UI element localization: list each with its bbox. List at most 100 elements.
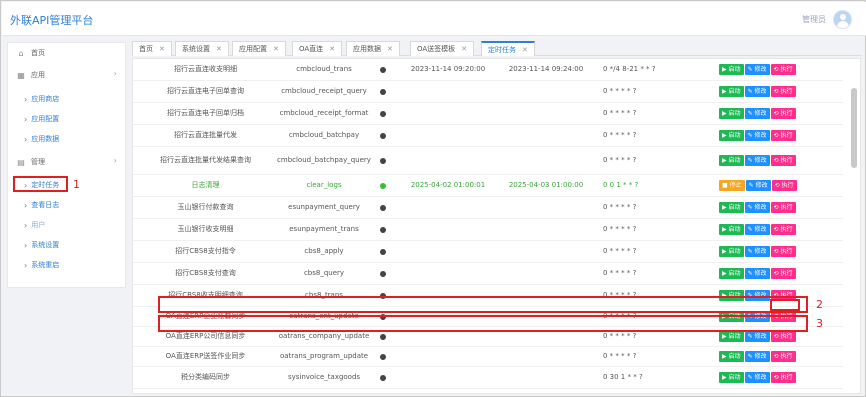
last-run-time <box>403 103 493 124</box>
tab-oa-sign-template[interactable]: OA送签模板 ✕ <box>410 41 475 56</box>
tab-system-settings[interactable]: 系统设置 ✕ <box>175 41 229 56</box>
scrollbar[interactable] <box>851 88 857 168</box>
cron-expression: 0 */4 8-21 * * ? <box>603 65 656 73</box>
cron-expression: 0 * * * * ? <box>603 225 637 233</box>
run-button[interactable]: ⟲ 执行 <box>770 108 796 119</box>
run-button[interactable]: ⟲ 执行 <box>770 331 796 342</box>
close-icon[interactable]: ✕ <box>461 45 467 53</box>
close-icon[interactable]: ✕ <box>387 45 393 53</box>
edit-button[interactable]: ✎ 修改 <box>744 268 770 279</box>
edit-button[interactable]: ✎ 修改 <box>744 130 770 141</box>
tab-scheduled-tasks[interactable]: 定时任务 ✕ <box>481 41 535 56</box>
status-dot-cell <box>373 197 393 218</box>
manage-icon: ▤ <box>17 157 25 167</box>
sidebar-item-home[interactable]: ⌂ 首页 <box>8 43 127 63</box>
close-icon[interactable]: ✕ <box>159 45 165 53</box>
start-button[interactable]: ▶ 启动 <box>719 246 744 257</box>
start-button[interactable]: ▶ 启动 <box>719 372 744 383</box>
task-name: 招行CBS8支付查询 <box>175 269 236 277</box>
cron-expression: 0 0 1 * * ? <box>603 181 639 189</box>
run-button[interactable]: ⟲ 执行 <box>770 268 796 279</box>
start-button[interactable]: ▶ 启动 <box>719 224 744 235</box>
start-button[interactable]: ▶ 启动 <box>719 331 744 342</box>
edit-button[interactable]: ✎ 修改 <box>744 331 770 342</box>
avatar[interactable] <box>833 10 852 29</box>
run-button[interactable]: ⟲ 执行 <box>770 155 796 166</box>
tab-app-config[interactable]: 应用配置 ✕ <box>232 41 286 56</box>
start-button[interactable]: ▶ 启动 <box>719 351 744 362</box>
pencil-icon: ✎ <box>747 110 753 117</box>
sidebar-item-system-settings[interactable]: › 系统设置 <box>8 236 127 254</box>
sidebar-item-manage[interactable]: ▤ 管理 › <box>8 152 127 172</box>
last-run-time <box>403 147 493 174</box>
table-row: 日志清理 clear_logs 2025-04-02 01:00:01 2025-04… <box>133 175 843 197</box>
sidebar-item-view-logs[interactable]: › 查看日志 <box>8 196 127 214</box>
chevron-right-icon: › <box>24 240 28 250</box>
start-button[interactable]: ▶ 启动 <box>719 268 744 279</box>
cron-expression: 0 * * * * ? <box>603 131 637 139</box>
close-icon[interactable]: ✕ <box>329 45 335 53</box>
edit-button[interactable]: ✎ 修改 <box>744 86 770 97</box>
close-icon[interactable]: ✕ <box>216 45 222 53</box>
tab-app-data[interactable]: 应用数据 ✕ <box>346 41 400 56</box>
run-button[interactable]: ⟲ 执行 <box>770 351 796 362</box>
table-row: 税分类编码同步 sysinvoice_taxgoods 0 30 1 * * ? ▶ … <box>133 367 843 389</box>
row-actions: ▶ 启动✎ 修改⟲ 执行 <box>719 389 809 393</box>
cron-expression: 0 * * * * ? <box>603 269 637 277</box>
run-button[interactable]: ⟲ 执行 <box>771 180 797 191</box>
table-row: OA直连ERP送签作业同步 oatrans_program_update 0 * *… <box>133 347 843 367</box>
run-button[interactable]: ⟲ 执行 <box>770 224 796 235</box>
run-button[interactable]: ⟲ 执行 <box>770 130 796 141</box>
edit-button[interactable]: ✎ 修改 <box>744 224 770 235</box>
edit-button[interactable]: ✎ 修改 <box>744 108 770 119</box>
last-run-time <box>403 219 493 240</box>
tab-oa-direct[interactable]: OA直连 ✕ <box>292 41 343 56</box>
sidebar-item-label: 应用 <box>31 71 45 79</box>
edit-button[interactable]: ✎ 修改 <box>744 372 770 383</box>
run-button[interactable]: ⟲ 执行 <box>770 64 796 75</box>
sidebar-item-apps[interactable]: ▦ 应用 › <box>8 65 127 85</box>
edit-button[interactable]: ✎ 修改 <box>744 64 770 75</box>
edit-button[interactable]: ✎ 修改 <box>744 155 770 166</box>
task-code: cmbcloud_batchpay <box>288 131 360 139</box>
sidebar-item-app-store[interactable]: › 应用商店 <box>8 90 127 108</box>
app-title: 外联API管理平台 <box>10 14 94 27</box>
start-button[interactable]: ▶ 启动 <box>719 130 744 141</box>
status-dot-icon <box>380 333 386 340</box>
user-name[interactable]: 管理员 <box>802 14 826 25</box>
start-button[interactable]: ▶ 启动 <box>719 108 744 119</box>
tab-home[interactable]: 首页 ✕ <box>132 41 172 56</box>
start-button[interactable]: ▶ 启动 <box>719 86 744 97</box>
stop-button[interactable]: ■ 停止 <box>719 180 745 191</box>
status-dot-cell <box>373 175 393 196</box>
edit-button[interactable]: ✎ 修改 <box>744 202 770 213</box>
last-run-time: 2025-04-02 01:00:01 <box>410 181 486 189</box>
run-button[interactable]: ⟲ 执行 <box>770 372 796 383</box>
run-button[interactable]: ⟲ 执行 <box>770 246 796 257</box>
close-icon[interactable]: ✕ <box>522 46 528 54</box>
run-icon: ⟲ <box>773 204 779 211</box>
table-row: 招行云直连批量代发 cmbcloud_batchpay 0 * * * * ? ▶ 启… <box>133 125 843 147</box>
last-run-time <box>403 347 493 366</box>
start-button[interactable]: ▶ 启动 <box>719 155 744 166</box>
run-button[interactable]: ⟲ 执行 <box>770 202 796 213</box>
task-name: 招行云直连收支明细 <box>174 65 237 73</box>
pencil-icon: ✎ <box>747 66 753 73</box>
start-button[interactable]: ▶ 启动 <box>719 64 744 75</box>
sidebar-item-label: 首页 <box>31 49 45 57</box>
sidebar-item-system-restart[interactable]: › 系统重启 <box>8 256 127 274</box>
sidebar-item-users[interactable]: › 用户 <box>8 216 127 234</box>
close-icon[interactable]: ✕ <box>273 45 279 53</box>
task-code: cmbcloud_batchpay_query <box>277 156 371 164</box>
table-row: 招行云直连电子回单查询 cmbcloud_receipt_query 0 * * *… <box>133 81 843 103</box>
edit-button[interactable]: ✎ 修改 <box>744 246 770 257</box>
run-button[interactable]: ⟲ 执行 <box>770 86 796 97</box>
edit-button[interactable]: ✎ 修改 <box>745 180 771 191</box>
start-button[interactable]: ▶ 启动 <box>719 202 744 213</box>
edit-button[interactable]: ✎ 修改 <box>744 351 770 362</box>
sidebar-item-app-data[interactable]: › 应用数据 <box>8 130 127 148</box>
status-dot-cell <box>373 147 393 174</box>
row-actions: ■ 停止 ✎ 修改 ⟲ 执行 <box>719 175 809 196</box>
sidebar-item-app-config[interactable]: › 应用配置 <box>8 110 127 128</box>
next-run-time <box>501 197 591 218</box>
